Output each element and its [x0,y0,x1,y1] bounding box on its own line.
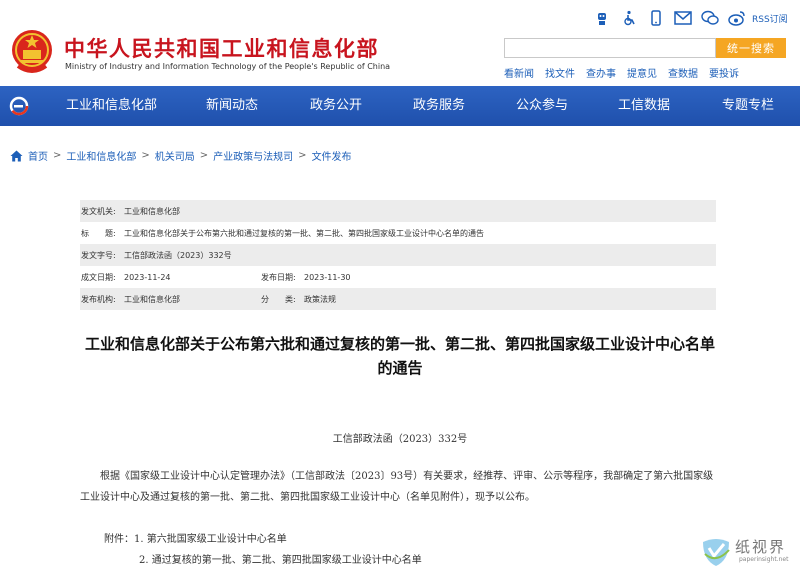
breadcrumb-separator: > [298,150,307,161]
attachment-1-link[interactable]: 附件：1. 第六批国家级工业设计中心名单 [104,530,287,545]
meta-value: 工业和信息化部 [124,206,180,216]
meta-value: 2023-11-30 [304,272,351,282]
meta-label: 标 题: [81,228,116,238]
meta-value: 工业和信息化部 [124,294,180,304]
meta-value: 工信部政法函（2023）332号 [124,250,232,260]
accessibility-robot-icon[interactable] [592,9,612,27]
document-metadata-table: 发文机关: 工业和信息化部 标 题: 工业和信息化部关于公布第六批和通过复核的第… [80,200,716,310]
quick-link-data[interactable]: 查数据 [668,65,698,80]
meta-label: 发文字号: [81,250,116,260]
search-input[interactable] [504,38,716,58]
meta-row-dates: 成文日期: 2023-11-24 发布日期: 2023-11-30 [80,266,716,288]
meta-row-publisher: 发布机构: 工业和信息化部 分 类: 政策法规 [80,288,716,310]
meta-label: 发布日期: [261,272,296,282]
breadcrumb-separator: > [141,150,150,161]
site-subtitle: Ministry of Industry and Information Tec… [65,62,391,71]
main-nav: 工业和信息化部 新闻动态 政务公开 政务服务 公众参与 工信数据 专题专栏 [0,86,800,126]
wheelchair-icon[interactable] [619,9,639,27]
breadcrumb: 首页 > 工业和信息化部 > 机关司局 > 产业政策与法规司 > 文件发布 [10,148,352,163]
nav-item-topics[interactable]: 专题专栏 [722,86,774,126]
breadcrumb-home[interactable]: 首页 [28,148,48,163]
article-paragraph: 根据《国家级工业设计中心认定管理办法》（工信部政法〔2023〕93号）有关要求，… [80,471,714,503]
miit-logo-icon[interactable] [9,96,29,116]
breadcrumb-policy-dept[interactable]: 产业政策与法规司 [213,148,293,163]
home-icon [10,150,23,161]
weibo-icon[interactable] [727,9,747,27]
national-emblem-logo [12,30,52,73]
article-title: 工业和信息化部关于公布第六批和通过复核的第一批、第二批、第四批国家级工业设计中心… [84,335,715,377]
breadcrumb-separator: > [53,150,62,161]
quick-link-files[interactable]: 找文件 [545,65,575,80]
meta-value: 2023-11-24 [124,272,171,282]
site-title: 中华人民共和国工业和信息化部 [64,37,379,61]
wechat-icon[interactable] [700,9,720,27]
quick-link-news[interactable]: 看新闻 [504,65,534,80]
nav-item-news[interactable]: 新闻动态 [206,86,258,126]
meta-label: 成文日期: [81,272,116,282]
meta-label: 发文机关: [81,206,116,216]
site-header: 中华人民共和国工业和信息化部 Ministry of Industry and … [0,0,800,86]
document-number: 工信部政法函（2023）332号 [332,434,468,445]
nav-item-gov-services[interactable]: 政务服务 [413,86,465,126]
breadcrumb-files[interactable]: 文件发布 [312,148,352,163]
quick-links: 看新闻 找文件 查办事 提意见 查数据 要投诉 [504,65,750,80]
meta-row-title: 标 题: 工业和信息化部关于公布第六批和通过复核的第一批、第二批、第四批国家级工… [80,222,716,244]
meta-label: 发布机构: [81,294,116,304]
meta-row-issuer: 发文机关: 工业和信息化部 [80,200,716,222]
breadcrumb-separator: > [199,150,209,161]
watermark-logo [703,539,730,566]
meta-label: 分 类: [261,294,296,304]
nav-item-ministry[interactable]: 工业和信息化部 [66,86,157,126]
top-utility-bar: RSS订阅 [592,8,788,28]
watermark: 纸视界 paperinsight.net [699,532,799,572]
nav-item-data[interactable]: 工信数据 [618,86,670,126]
breadcrumb-ministry[interactable]: 工业和信息化部 [66,148,136,163]
mail-icon[interactable] [673,9,693,27]
quick-link-complaint[interactable]: 要投诉 [709,65,739,80]
mobile-icon[interactable] [646,9,666,27]
nav-item-gov-info[interactable]: 政务公开 [310,86,362,126]
quick-link-services[interactable]: 查办事 [586,65,616,80]
quick-link-feedback[interactable]: 提意见 [627,65,657,80]
nav-item-participation[interactable]: 公众参与 [516,86,568,126]
breadcrumb-departments[interactable]: 机关司局 [155,148,195,163]
watermark-text: 纸视界 [735,538,787,556]
watermark-url: paperinsight.net [739,556,789,563]
attachment-2-link[interactable]: 2. 通过复核的第一批、第二批、第四批国家级工业设计中心名单 [139,551,422,566]
search-button[interactable]: 统一搜索 [716,38,786,58]
meta-row-docno: 发文字号: 工信部政法函（2023）332号 [80,244,716,266]
meta-value: 政策法规 [304,294,336,304]
meta-value: 工业和信息化部关于公布第六批和通过复核的第一批、第二批、第四批国家级工业设计中心… [124,228,484,238]
rss-link[interactable]: RSS订阅 [752,12,788,25]
